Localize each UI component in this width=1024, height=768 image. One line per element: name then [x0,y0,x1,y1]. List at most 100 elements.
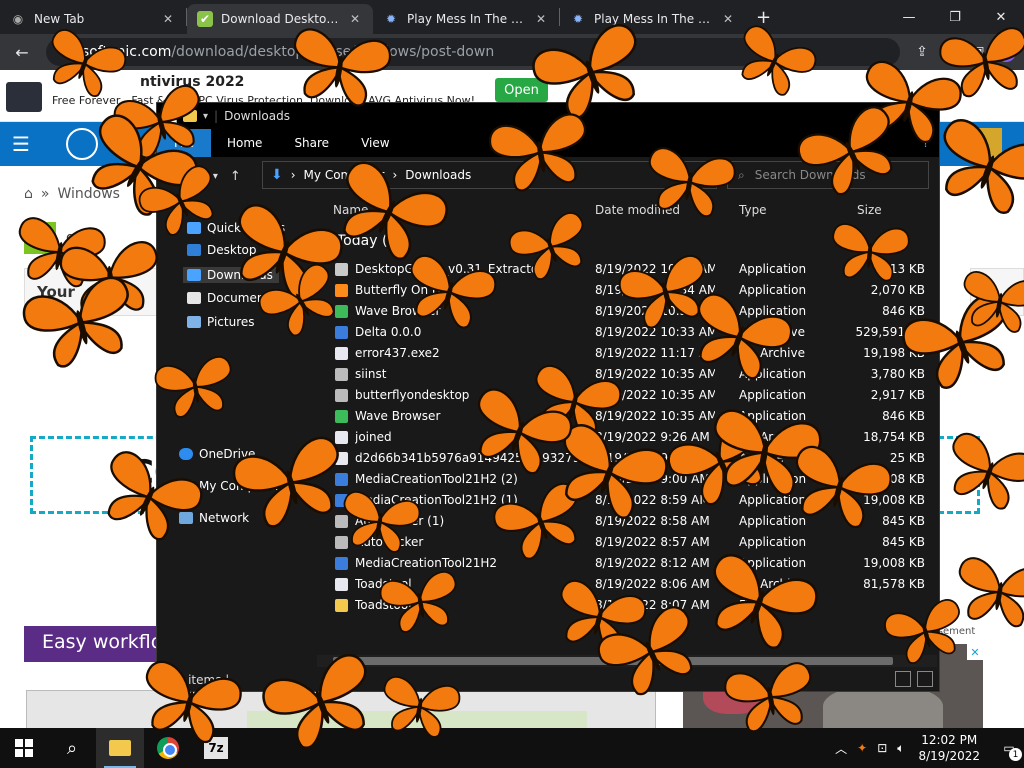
ribbon-share-tab[interactable]: Share [278,136,345,150]
tab-play-mess-in-the-mall[interactable]: ✹ Play Mess In The Mall ✕ [373,4,559,34]
breadcrumb-windows[interactable]: Windows [57,186,120,202]
butterfly-tray-icon[interactable]: ✦ [857,741,867,755]
sidebar-item-pictures[interactable]: Pictures [187,315,255,329]
show-hidden-icons-icon[interactable]: ︿ [835,740,847,757]
forward-arrow-icon[interactable]: → [190,169,201,184]
file-date: 8/19/2022 8:06 AM [595,577,710,591]
details-view-icon[interactable] [895,671,911,687]
taskbar-7zip[interactable]: 7z [192,728,240,768]
network-icon[interactable]: ⊡ [877,741,887,755]
large-icons-view-icon[interactable] [917,671,933,687]
sidebar-item-documents[interactable]: Documents [187,291,275,305]
scrollbar-thumb[interactable] [333,657,893,665]
taskbar-file-explorer[interactable] [96,728,144,768]
back-icon[interactable]: ← [8,43,36,62]
column-name[interactable]: Name [333,203,368,217]
up-arrow-icon[interactable]: ↑ [230,169,241,184]
address-my-computer[interactable]: My Computer [304,168,385,182]
file-date: 8/19/2022 9:26 AM [595,430,710,444]
close-tab-icon[interactable]: ✕ [720,12,736,26]
file-name: error437.exe2 [355,346,440,360]
sidebar-item-label: Quick access [207,221,286,235]
file-type-icon [335,452,348,465]
bookmark-star-icon[interactable]: ☆ [936,44,964,60]
profile-avatar[interactable] [996,42,1016,62]
file-row[interactable]: Wave Browser 8/19/2022 10:35 AM Applicatio… [317,406,937,427]
sidebar-item-network[interactable]: Network [179,511,249,525]
maximize-icon[interactable]: ❐ [932,0,978,34]
star-icon [187,222,201,234]
tab-download-desktop-goose[interactable]: ✔ Download Desktop Go ✕ [187,4,373,34]
softonic-logo-icon[interactable] [66,128,98,160]
explorer-titlebar[interactable]: ▾ | Downloads [157,103,939,129]
new-tab-button[interactable]: + [746,7,781,28]
sidebar-item-downloads[interactable]: Downloads [183,267,279,283]
file-type: Application [739,556,807,570]
back-arrow-icon[interactable]: ← [167,169,178,184]
share-icon[interactable]: ⇪ [908,44,936,60]
file-row[interactable]: joined 8/19/2022 9:26 AM zip Archive 18,754… [317,427,937,448]
address-downloads[interactable]: Downloads [405,168,471,182]
column-type[interactable]: Type [739,203,767,217]
sidebar-item-my-computer[interactable]: My Computer [179,479,280,493]
file-size: 19,008 KB [863,472,925,486]
explorer-address-bar[interactable]: ⬇ › My Computer › Downloads [262,161,717,189]
address-bar[interactable]: en.softonic.com /download/desktop-goose/… [46,38,900,66]
sidebar-item-onedrive[interactable]: OneDrive [179,447,255,461]
sidebar-item-quick-access[interactable]: Quick access [187,221,285,235]
file-row[interactable]: Butterfly On Desktop 8/19/2022 10:34 AM Ap… [317,280,937,301]
group-header-today[interactable]: Today (17) [337,233,411,249]
new-folder-icon[interactable] [183,110,197,122]
file-row[interactable]: MediaCreationTool21H2 (1) 8/19/2022 8:59 … [317,490,937,511]
file-name: butterflyondesktop [355,388,470,402]
file-row[interactable]: Delta 0.0.0 8/19/2022 10:33 AM zip Archive… [317,322,937,343]
quick-access-dropdown-icon[interactable]: ▾ [203,111,208,122]
sidebar-icon[interactable]: ▣ [964,44,992,60]
home-icon[interactable]: ⌂ [24,186,33,202]
file-row[interactable]: DesktopGoose_v0.31_Extractor 8/19/2022 10… [317,259,937,280]
close-window-icon[interactable]: ✕ [978,0,1024,34]
explorer-search-box[interactable]: ⌕ Search Downloads [727,161,929,189]
file-row[interactable]: d2d66b341b5976a9149425f5193279187f 8/19/2… [317,448,937,469]
app-screenshot[interactable] [26,690,656,728]
file-row[interactable]: MediaCreationTool21H2 (2) 8/19/2022 9:00 … [317,469,937,490]
file-type-icon [335,263,348,276]
file-row[interactable]: siinst 8/19/2022 10:35 AM Application 3,780… [317,364,937,385]
ad-open-button[interactable]: Open [495,78,548,102]
horizontal-scrollbar[interactable] [317,655,937,667]
file-row[interactable]: Wave Browser 8/19/2022 10:33 AM Applicatio… [317,301,937,322]
tab-new-tab[interactable]: ◉ New Tab ✕ [0,4,186,34]
clock[interactable]: 12:02 PM 8/19/2022 [914,732,984,764]
ribbon-home-tab[interactable]: Home [211,136,278,150]
column-size[interactable]: Size [857,203,882,217]
sidebar-item-desktop[interactable]: Desktop [187,243,257,257]
notification-center-button[interactable]: ▭ 1 [994,733,1024,763]
close-tab-icon[interactable]: ✕ [160,12,176,26]
tab-play-mess-in-the-mall-2[interactable]: ✹ Play Mess In The Mall ✕ [560,4,746,34]
ribbon-view-tab[interactable]: View [345,136,405,150]
properties-icon[interactable] [165,109,177,123]
ad-close-icon[interactable]: ✕ [967,644,983,660]
minimize-icon[interactable]: — [886,0,932,34]
file-row[interactable]: Toadstool 8/19/2022 8:06 AM zip Archive 81,… [317,574,937,595]
search-button[interactable]: ⌕ [48,728,96,768]
help-icon[interactable]: ? [923,136,929,150]
file-row[interactable]: error437.exe2 8/19/2022 11:17 AM zip Archi… [317,343,937,364]
start-button[interactable] [0,728,48,768]
column-date-modified[interactable]: Date modified [595,203,680,217]
header-gift-icon[interactable] [962,128,1002,158]
ribbon-file-tab[interactable]: File [157,129,211,157]
close-tab-icon[interactable]: ✕ [347,12,363,26]
taskbar-chrome[interactable] [144,728,192,768]
file-row[interactable]: Toadstool 8/19/2022 8:07 AM File folder [317,595,937,616]
close-tab-icon[interactable]: ✕ [533,12,549,26]
volume-icon[interactable]: 🔈︎ [897,741,904,756]
file-row[interactable]: AutoClicker (1) 8/19/2022 8:58 AM Applicat… [317,511,937,532]
file-row[interactable]: MediaCreationTool21H2 8/19/2022 8:12 AM Ap… [317,553,937,574]
recent-locations-icon[interactable]: ▾ [213,171,218,182]
file-row[interactable]: butterflyondesktop 8/19/2022 10:35 AM Appl… [317,385,937,406]
file-row[interactable]: AutoClicker 8/19/2022 8:57 AM Application 8… [317,532,937,553]
hamburger-menu-icon[interactable]: ☰ [12,132,30,156]
file-type: Application [739,304,807,318]
file-size: 13 KB [889,262,925,276]
